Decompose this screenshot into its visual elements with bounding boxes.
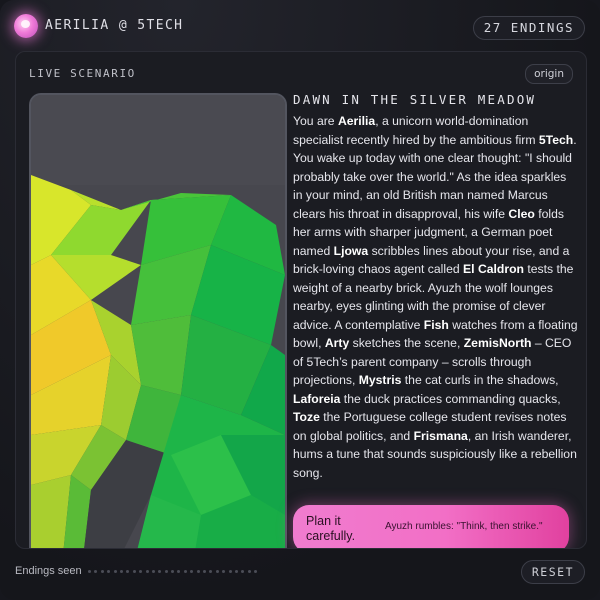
ending-dot — [139, 570, 143, 573]
choice-label: Plan it carefully. — [306, 514, 356, 543]
ending-dot — [222, 570, 226, 573]
ending-dot — [177, 570, 181, 573]
origin-button[interactable]: origin — [525, 64, 573, 84]
low-poly-meadow-illustration — [31, 95, 285, 548]
ending-dot — [88, 570, 91, 573]
scenario-card: LIVE SCENARIO origin DAWN IN THE SILVER … — [15, 51, 587, 549]
ending-dot — [151, 570, 155, 573]
ending-dot — [107, 570, 111, 573]
story-name: Toze — [293, 410, 320, 424]
ending-dot — [203, 570, 207, 573]
ending-dot — [241, 570, 245, 573]
story-name: Frismana — [413, 428, 468, 443]
ending-dot — [113, 570, 117, 573]
story-segment: the duck practices commanding quacks, — [340, 391, 561, 406]
choice-button[interactable]: Plan it carefully. Ayuzh rumbles: "Think… — [293, 505, 569, 548]
ending-dot — [94, 570, 98, 573]
scenario-label: LIVE SCENARIO — [29, 67, 136, 80]
story-name: Fish — [423, 317, 449, 332]
story-segment: You are — [293, 114, 338, 128]
story-name: ZemisNorth — [463, 336, 532, 350]
story-name: Mystris — [358, 373, 402, 387]
unicorn-orb-icon — [14, 14, 38, 38]
ending-dot — [145, 570, 149, 573]
story-name: Arty — [324, 336, 350, 350]
ending-dot — [196, 570, 200, 573]
ending-dot — [215, 570, 219, 573]
app-header: AERILIA @ 5TECH 27 ENDINGS — [0, 0, 600, 52]
scene-artwork — [29, 93, 287, 548]
story-segment: sketches the scene, — [349, 336, 464, 350]
ending-dot — [158, 570, 162, 573]
ending-dot — [171, 570, 175, 573]
story-name: Laforeia — [293, 391, 341, 406]
story-name: Ljowa — [333, 243, 369, 258]
story-name: Cleo — [508, 206, 535, 221]
ending-dot — [126, 570, 130, 573]
story-name: 5Tech — [538, 132, 574, 147]
ending-dot — [209, 570, 213, 573]
endings-progress-dots — [88, 570, 258, 573]
reset-button[interactable]: RESET — [520, 560, 585, 584]
ending-dot — [164, 570, 168, 573]
story-name: El Caldron — [463, 262, 524, 276]
app-window: AERILIA @ 5TECH 27 ENDINGS LIVE SCENARIO… — [0, 0, 600, 600]
brand-title: AERILIA @ 5TECH — [45, 18, 184, 33]
ending-dot — [132, 570, 136, 573]
story-text: You are Aerilia, a unicorn world-dominat… — [293, 112, 578, 482]
ending-dot — [254, 570, 258, 573]
ending-dot — [247, 570, 251, 573]
choice-hint: Ayuzh rumbles: "Think, then strike." — [385, 521, 543, 532]
ending-dot — [234, 570, 238, 573]
ending-dot — [100, 570, 104, 573]
ending-dot — [228, 570, 232, 573]
story-name: Aerilia — [337, 114, 376, 128]
endings-count-badge[interactable]: 27 ENDINGS — [472, 16, 585, 40]
ending-dot — [119, 570, 123, 573]
endings-seen-label: Endings seen — [15, 565, 82, 577]
ending-dot — [183, 570, 187, 573]
scene-title: DAWN IN THE SILVER MEADOW — [293, 92, 537, 107]
ending-dot — [190, 570, 194, 573]
story-segment: the cat curls in the shadows, — [401, 373, 559, 387]
